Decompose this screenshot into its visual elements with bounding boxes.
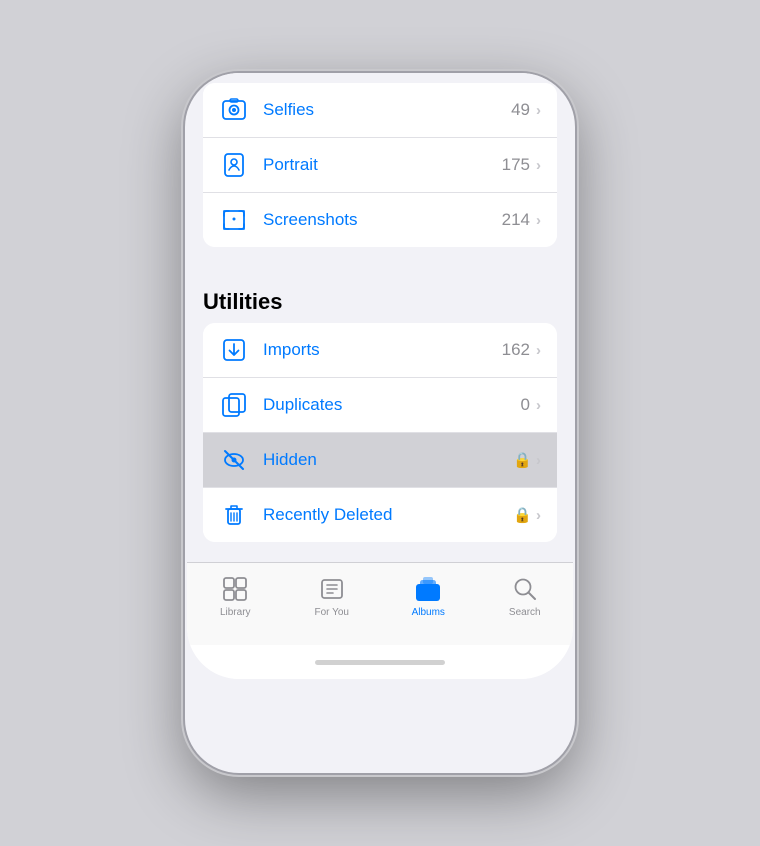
- tab-search[interactable]: Search: [477, 573, 574, 618]
- portrait-label: Portrait: [263, 155, 502, 175]
- utilities-section-header: Utilities: [187, 267, 573, 323]
- screenshots-label: Screenshots: [263, 210, 502, 230]
- phone-screen: Selfies 49 › Portrait 175 ›: [187, 73, 573, 679]
- list-item[interactable]: Duplicates 0 ›: [203, 378, 557, 433]
- duplicates-chevron: ›: [536, 397, 541, 414]
- screenshots-count: 214: [502, 210, 530, 230]
- hidden-lock-icon: 🔒: [513, 451, 532, 469]
- imports-icon: [219, 335, 249, 365]
- screenshots-icon: [219, 205, 249, 235]
- imports-count: 162: [502, 340, 530, 360]
- recently-deleted-lock-icon: 🔒: [513, 506, 532, 524]
- duplicates-count: 0: [521, 395, 530, 415]
- selfies-count: 49: [511, 100, 530, 120]
- utilities-list: Imports 162 › Duplicates 0 ›: [203, 323, 557, 542]
- list-item[interactable]: Selfies 49 ›: [203, 83, 557, 138]
- recently-deleted-chevron: ›: [536, 507, 541, 524]
- home-indicator: [187, 645, 573, 679]
- for-you-tab-icon: [318, 575, 346, 603]
- library-tab-label: Library: [220, 607, 251, 618]
- list-item[interactable]: Imports 162 ›: [203, 323, 557, 378]
- list-item[interactable]: Portrait 175 ›: [203, 138, 557, 193]
- list-item[interactable]: Recently Deleted 🔒 ›: [203, 488, 557, 542]
- list-item-hidden[interactable]: Hidden 🔒 ›: [203, 433, 557, 488]
- duplicates-label: Duplicates: [263, 395, 521, 415]
- search-tab-label: Search: [509, 607, 541, 618]
- portrait-icon: [219, 150, 249, 180]
- recently-deleted-icon: [219, 500, 249, 530]
- recently-deleted-label: Recently Deleted: [263, 505, 513, 525]
- hidden-label: Hidden: [263, 450, 513, 470]
- hidden-chevron: ›: [536, 452, 541, 469]
- for-you-tab-label: For You: [315, 607, 349, 618]
- media-types-list: Selfies 49 › Portrait 175 ›: [203, 83, 557, 247]
- albums-tab-icon: [414, 575, 442, 603]
- portrait-chevron: ›: [536, 157, 541, 174]
- tab-albums[interactable]: Albums: [380, 573, 477, 618]
- imports-label: Imports: [263, 340, 502, 360]
- search-tab-icon: [511, 575, 539, 603]
- imports-chevron: ›: [536, 342, 541, 359]
- hidden-icon: [219, 445, 249, 475]
- utilities-title: Utilities: [203, 289, 282, 314]
- portrait-count: 175: [502, 155, 530, 175]
- content-area: Selfies 49 › Portrait 175 ›: [187, 73, 573, 562]
- tab-for-you[interactable]: For You: [284, 573, 381, 618]
- albums-tab-label: Albums: [412, 607, 445, 618]
- selfies-label: Selfies: [263, 100, 511, 120]
- library-tab-icon: [221, 575, 249, 603]
- tab-bar: Library For You: [187, 562, 573, 645]
- home-bar: [315, 660, 445, 665]
- tab-library[interactable]: Library: [187, 573, 284, 618]
- phone-frame: Selfies 49 › Portrait 175 ›: [185, 73, 575, 773]
- selfies-chevron: ›: [536, 102, 541, 119]
- duplicates-icon: [219, 390, 249, 420]
- screenshots-chevron: ›: [536, 212, 541, 229]
- selfies-icon: [219, 95, 249, 125]
- list-item[interactable]: Screenshots 214 ›: [203, 193, 557, 247]
